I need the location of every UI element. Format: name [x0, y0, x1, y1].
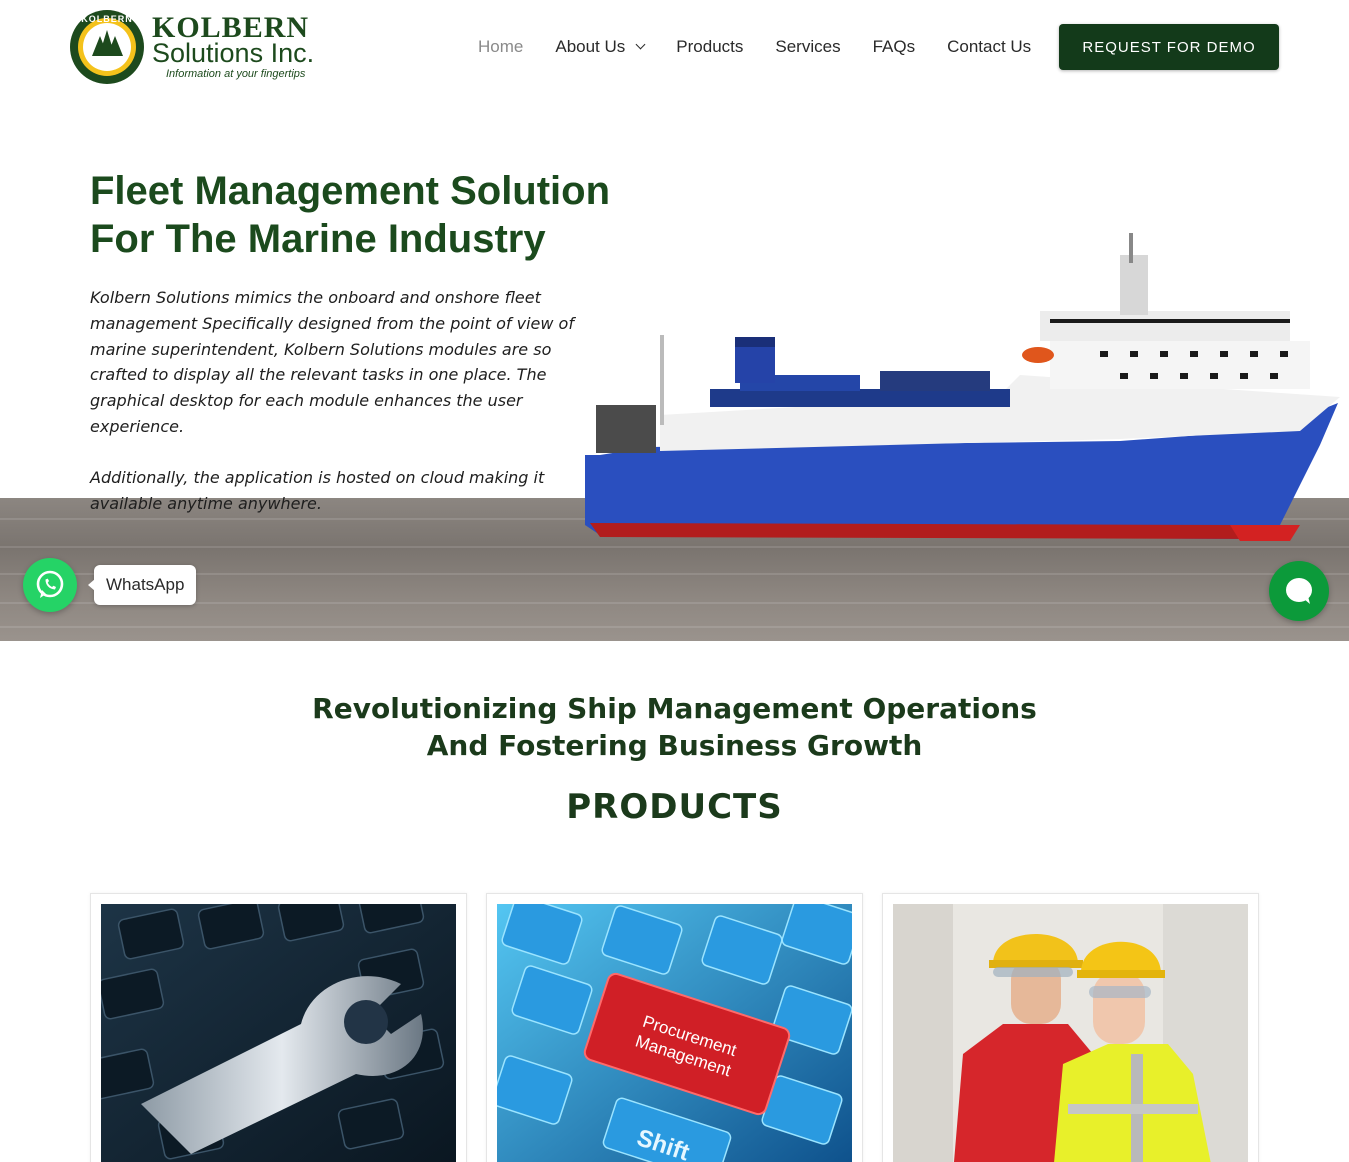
- brand-subname: Solutions Inc.: [152, 38, 315, 68]
- nav-faqs-label: FAQs: [872, 37, 916, 56]
- product-card-1[interactable]: [90, 893, 467, 1162]
- logo-seal-text: KOLBERN: [81, 14, 133, 24]
- nav-home[interactable]: Home: [478, 37, 523, 57]
- nav-services[interactable]: Services: [775, 37, 840, 57]
- whatsapp-label[interactable]: WhatsApp: [87, 565, 197, 605]
- chevron-down-icon: [635, 39, 646, 50]
- site-header: KOLBERN KOLBERN Solutions Inc. Informati…: [0, 0, 1349, 95]
- products-heading: PRODUCTS: [566, 787, 783, 827]
- section-headline-text: Revolutionizing Ship Management Operatio…: [312, 692, 1037, 762]
- procurement-keyboard-image: Procurement Management Shift: [497, 904, 852, 1162]
- logo-seal-icon: KOLBERN: [70, 10, 144, 84]
- whatsapp-button[interactable]: [23, 558, 77, 612]
- brand-tagline: Information at your fingertips: [166, 68, 306, 80]
- chat-bubble-icon: [1286, 578, 1312, 604]
- product-card-3[interactable]: [882, 893, 1259, 1162]
- nav-about-us[interactable]: About Us: [555, 37, 646, 57]
- nav-home-label: Home: [478, 37, 524, 56]
- nav-services-label: Services: [775, 37, 841, 56]
- workers-hardhat-image: [893, 904, 1248, 1162]
- chat-button[interactable]: [1269, 561, 1329, 621]
- hero-paragraph-2: Additionally, the application is hosted …: [90, 467, 545, 513]
- wrench-keyboard-image: [101, 904, 456, 1162]
- product-card-2[interactable]: Procurement Management Shift: [486, 893, 863, 1162]
- main-nav: Home About Us Products Services FAQs Con…: [478, 34, 1063, 60]
- hero-paragraph-1: Kolbern Solutions mimics the onboard and…: [90, 288, 574, 436]
- cargo-ship-image: [585, 233, 1340, 541]
- nav-products-label: Products: [676, 37, 744, 56]
- hero-title: Fleet Management Solution For The Marine…: [90, 169, 611, 261]
- nav-contact-us[interactable]: Contact Us: [947, 37, 1031, 57]
- whatsapp-icon: [36, 570, 64, 598]
- hero-section: Fleet Management Solution For The Marine…: [0, 95, 1349, 641]
- nav-about-label: About Us: [555, 37, 626, 56]
- brand-logo[interactable]: KOLBERN KOLBERN Solutions Inc. Informati…: [70, 8, 320, 86]
- nav-products[interactable]: Products: [676, 37, 743, 57]
- nav-contact-label: Contact Us: [947, 37, 1032, 56]
- hero-description: Kolbern Solutions mimics the onboard and…: [90, 285, 610, 516]
- nav-faqs[interactable]: FAQs: [873, 37, 916, 57]
- section-headline: Revolutionizing Ship Management Operatio…: [0, 690, 1349, 764]
- request-demo-button[interactable]: REQUEST FOR DEMO: [1059, 24, 1279, 70]
